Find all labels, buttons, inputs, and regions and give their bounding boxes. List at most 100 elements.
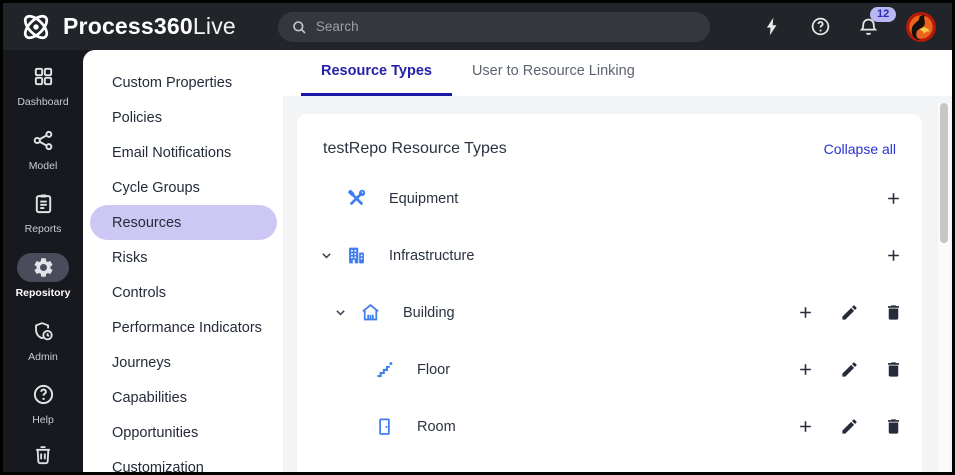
row-actions [878, 184, 908, 214]
app-logo-atom-icon [19, 10, 53, 44]
chevron-slot [333, 305, 360, 320]
avatar[interactable] [906, 11, 936, 42]
help-button[interactable] [810, 16, 831, 37]
sidebar-item-repository[interactable]: Repository [3, 253, 83, 317]
resource-type-tree: Equipment Infrastructure Building Floor Room [297, 170, 922, 455]
buildings-icon [346, 245, 372, 266]
tree-row-label: Floor [417, 361, 451, 378]
subnav-item-journeys[interactable]: Journeys [90, 345, 277, 380]
tab-user-to-resource-linking[interactable]: User to Resource Linking [452, 50, 655, 96]
tree-row-label: Equipment [389, 190, 459, 207]
primary-sidebar: Dashboard Model Reports Repository Admin Help [3, 50, 83, 472]
tree-row-building: Building [297, 284, 922, 341]
row-actions [790, 355, 908, 385]
subnav-item-performance-indicators[interactable]: Performance Indicators [90, 310, 277, 345]
house-icon [360, 302, 386, 323]
sidebar-item-label: Admin [28, 350, 58, 363]
repository-sidebar: Custom Properties Policies Email Notificat… [83, 50, 283, 472]
tree-row-label: Building [403, 304, 455, 321]
plus-icon [884, 246, 903, 265]
trash-icon [884, 360, 903, 379]
model-icon [32, 129, 55, 152]
admin-icon [32, 320, 55, 343]
brand-title: Process360Live [63, 13, 236, 40]
delete-resource-type-button[interactable] [878, 412, 908, 442]
add-resource-type-button[interactable] [790, 355, 820, 385]
row-actions [790, 412, 908, 442]
subnav-item-risks[interactable]: Risks [90, 240, 277, 275]
plus-icon [884, 189, 903, 208]
plus-icon [796, 360, 815, 379]
sidebar-item-label: Reports [24, 223, 62, 236]
subnav-item-customization[interactable]: Customization [90, 450, 277, 473]
add-resource-type-button[interactable] [790, 298, 820, 328]
notification-count-badge: 12 [870, 7, 897, 22]
topbar: Process360Live 12 [3, 3, 952, 50]
panel-title: testRepo Resource Types [323, 140, 507, 157]
app-body: Dashboard Model Reports Repository Admin Help… [3, 50, 952, 472]
edit-resource-type-button[interactable] [834, 298, 864, 328]
quick-actions-button[interactable] [762, 16, 783, 37]
help-circle-icon [810, 16, 831, 37]
sidebar-item-label: Help [32, 414, 54, 427]
delete-resource-type-button[interactable] [878, 355, 908, 385]
pencil-icon [840, 360, 859, 379]
search-bar[interactable] [277, 11, 710, 42]
brand-light: Live [192, 13, 236, 39]
trash-icon [884, 417, 903, 436]
app-window: Process360Live 12 [0, 0, 955, 475]
sidebar-item-help[interactable]: Help [3, 380, 83, 444]
sidebar-item-label: Model [28, 159, 58, 172]
main-area: Resource Types User to Resource Linking t… [283, 50, 952, 472]
pencil-icon [840, 417, 859, 436]
sidebar-item-dashboard[interactable]: Dashboard [3, 62, 83, 126]
trash-button[interactable] [32, 444, 54, 466]
subnav-item-email-notifications[interactable]: Email Notifications [90, 135, 277, 170]
collapse-all-link[interactable]: Collapse all [824, 141, 896, 157]
subnav-item-opportunities[interactable]: Opportunities [90, 415, 277, 450]
sidebar-item-reports[interactable]: Reports [3, 189, 83, 253]
delete-resource-type-button[interactable] [878, 298, 908, 328]
add-resource-type-button[interactable] [878, 184, 908, 214]
tree-row-equipment: Equipment [297, 170, 922, 227]
edit-resource-type-button[interactable] [834, 412, 864, 442]
subnav-item-capabilities[interactable]: Capabilities [90, 380, 277, 415]
edit-resource-type-button[interactable] [834, 355, 864, 385]
tab-resource-types[interactable]: Resource Types [301, 50, 452, 96]
sidebar-item-model[interactable]: Model [3, 126, 83, 190]
chevron-down-icon[interactable] [333, 305, 348, 320]
tree-row-floor: Floor [297, 341, 922, 398]
subnav-item-custom-properties[interactable]: Custom Properties [90, 65, 277, 100]
tree-row-infrastructure: Infrastructure [297, 227, 922, 284]
trash-icon [32, 444, 54, 466]
subnav-item-cycle-groups[interactable]: Cycle Groups [90, 170, 277, 205]
sidebar-item-label: Dashboard [17, 96, 69, 108]
add-resource-type-button[interactable] [878, 241, 908, 271]
sidebar-item-admin[interactable]: Admin [3, 317, 83, 381]
notifications-button[interactable]: 12 [858, 7, 897, 37]
stairs-icon [374, 359, 400, 380]
resource-types-panel: testRepo Resource Types Collapse all Equ… [297, 114, 922, 472]
tree-row-label: Room [417, 418, 456, 435]
subnav-item-resources[interactable]: Resources [90, 205, 277, 240]
pencil-icon [840, 303, 859, 322]
repository-icon [32, 256, 55, 279]
scrollbar-track[interactable] [938, 103, 950, 472]
chevron-down-icon[interactable] [319, 248, 334, 263]
search-icon [291, 19, 307, 35]
chevron-slot [319, 248, 346, 263]
row-actions [878, 241, 908, 271]
tab-bar: Resource Types User to Resource Linking [283, 50, 952, 96]
dashboard-icon [32, 65, 55, 88]
add-resource-type-button[interactable] [790, 412, 820, 442]
scrollbar-thumb[interactable] [940, 103, 948, 243]
trash-icon [884, 303, 903, 322]
door-icon [374, 416, 400, 437]
search-input[interactable] [315, 19, 697, 34]
row-actions [790, 298, 908, 328]
help-icon [32, 383, 55, 406]
subnav-item-policies[interactable]: Policies [90, 100, 277, 135]
brand-bold: Process360 [63, 13, 193, 39]
subnav-item-controls[interactable]: Controls [90, 275, 277, 310]
sidebar-item-label: Repository [15, 287, 71, 300]
